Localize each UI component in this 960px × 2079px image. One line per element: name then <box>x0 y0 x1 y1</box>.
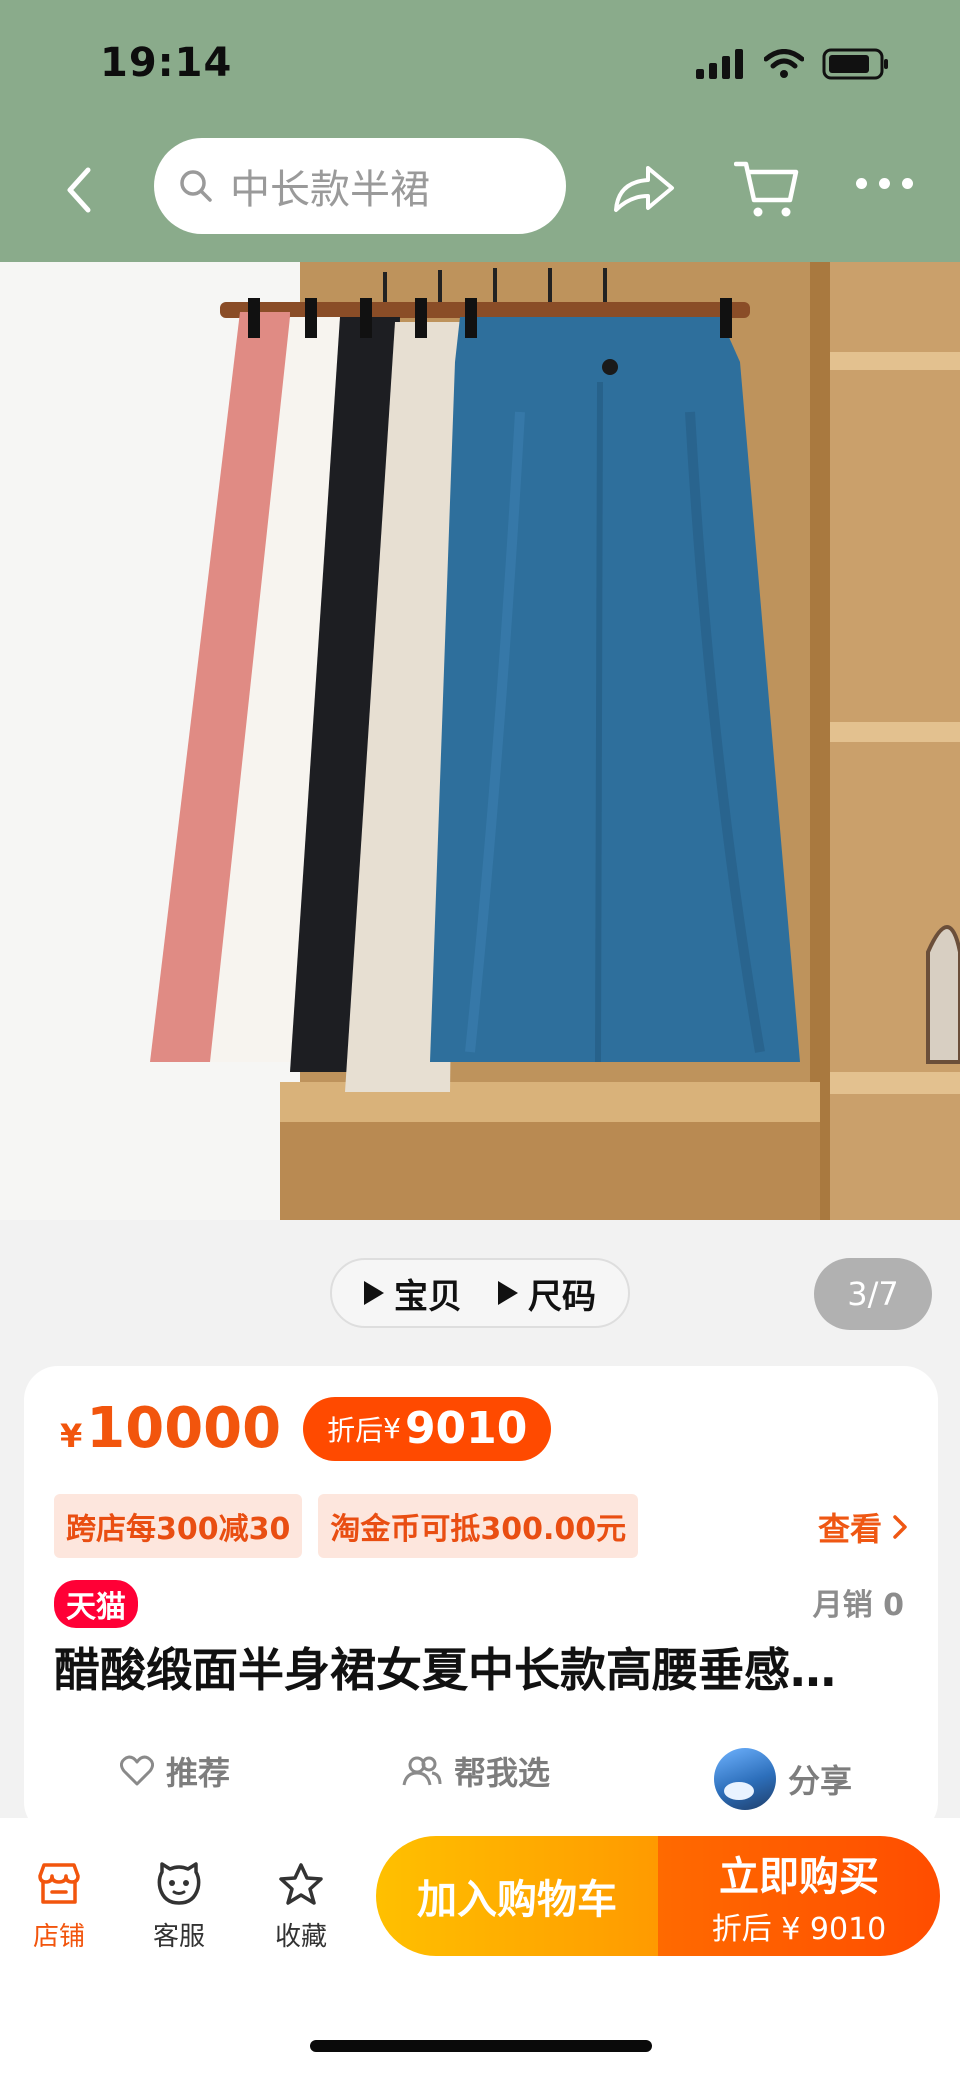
home-indicator <box>310 2040 652 2052</box>
promo-tag[interactable]: 跨店每300减30 <box>54 1494 303 1558</box>
media-tab-item[interactable]: 宝贝 <box>364 1269 462 1318</box>
promotions-more-link[interactable]: 查看 <box>818 1504 908 1550</box>
store-icon <box>38 1863 80 1904</box>
buy-now-label: 立即购买 <box>719 1854 879 1900</box>
battery-icon <box>822 48 888 80</box>
discount-symbol: ¥ <box>383 1412 401 1445</box>
favorite-label: 收藏 <box>274 1922 327 1952</box>
star-icon <box>279 1863 323 1905</box>
product-photo[interactable] <box>0 262 960 1220</box>
action-row: 推荐 帮我选 分享 <box>24 1736 938 1816</box>
share-arrow-icon <box>614 166 674 212</box>
play-icon <box>364 1281 384 1305</box>
recommend-button[interactable]: 推荐 <box>120 1748 230 1794</box>
dot-icon <box>879 178 890 189</box>
product-info-card: ¥ 10000 折后 ¥ 9010 跨店每300减30 淘金币可抵300.00元… <box>24 1366 938 1836</box>
cart-icon <box>733 161 799 217</box>
dot-icon <box>856 178 867 189</box>
buy-now-sub-label: 折后 ¥ 9010 <box>711 1912 887 1947</box>
discount-price: 9010 <box>404 1403 528 1454</box>
search-input[interactable]: 中长款半裙 <box>154 138 566 234</box>
nav-row: 中长款半裙 <box>0 138 960 238</box>
promotions-more-label: 查看 <box>817 1510 882 1548</box>
skirts-on-rack-illustration <box>0 262 960 1220</box>
help-choose-label: 帮我选 <box>454 1754 551 1792</box>
tmall-badge: 天猫 <box>54 1580 138 1628</box>
media-switch: 宝贝 尺码 <box>330 1258 630 1328</box>
people-icon <box>402 1756 442 1786</box>
status-icons <box>696 48 890 80</box>
media-tab-label: 宝贝 <box>394 1276 462 1317</box>
promo-tag[interactable]: 淘金币可抵300.00元 <box>318 1494 639 1558</box>
promotion-row: 跨店每300减30 淘金币可抵300.00元 <box>54 1494 639 1558</box>
status-time: 19:14 <box>100 40 233 86</box>
favorite-button[interactable]: 收藏 <box>256 1862 346 1953</box>
discount-price-pill: 折后 ¥ 9010 <box>303 1396 552 1461</box>
media-tab-label: 尺码 <box>528 1276 596 1317</box>
search-icon <box>180 170 212 202</box>
monthly-sales: 月销 0 <box>812 1588 904 1623</box>
signal-icon <box>696 49 743 79</box>
store-label: 店铺 <box>32 1922 85 1952</box>
add-to-cart-button[interactable]: 加入购物车 <box>376 1836 658 1956</box>
discount-label: 折后 <box>327 1413 384 1447</box>
heart-icon <box>120 1755 154 1786</box>
share-label: 分享 <box>788 1762 853 1800</box>
price-symbol: ¥ <box>60 1416 83 1455</box>
chevron-right-icon <box>893 1515 907 1539</box>
cart-button[interactable] <box>733 158 800 224</box>
share-button[interactable] <box>612 164 676 218</box>
play-icon <box>498 1281 518 1305</box>
dot-icon <box>902 178 913 189</box>
customer-service-button[interactable]: 客服 <box>134 1862 224 1953</box>
price-value: 10000 <box>86 1396 282 1461</box>
share-action-button[interactable]: 分享 <box>714 1748 852 1810</box>
add-to-cart-label: 加入购物车 <box>417 1877 617 1923</box>
help-choose-button[interactable]: 帮我选 <box>402 1748 550 1794</box>
service-icon <box>157 1862 201 1905</box>
product-title: 醋酸缎面半身裙女夏中长款高腰垂感… <box>54 1643 836 1697</box>
search-placeholder: 中长款半裙 <box>230 167 430 213</box>
store-button[interactable]: 店铺 <box>14 1862 104 1953</box>
share-avatar <box>714 1748 776 1810</box>
chevron-left-icon <box>67 167 91 213</box>
service-label: 客服 <box>152 1922 205 1952</box>
recommend-label: 推荐 <box>166 1754 231 1792</box>
wifi-icon <box>764 49 804 78</box>
price-row: ¥ 10000 折后 ¥ 9010 <box>60 1396 552 1461</box>
top-header: 19:14 中长款半裙 <box>0 0 960 262</box>
media-tab-size[interactable]: 尺码 <box>498 1269 596 1318</box>
buy-now-button[interactable]: 立即购买 折后 ¥ 9010 <box>658 1836 940 1956</box>
back-button[interactable] <box>55 166 103 214</box>
more-button[interactable] <box>856 178 913 189</box>
page-indicator: 3/7 <box>814 1258 932 1330</box>
